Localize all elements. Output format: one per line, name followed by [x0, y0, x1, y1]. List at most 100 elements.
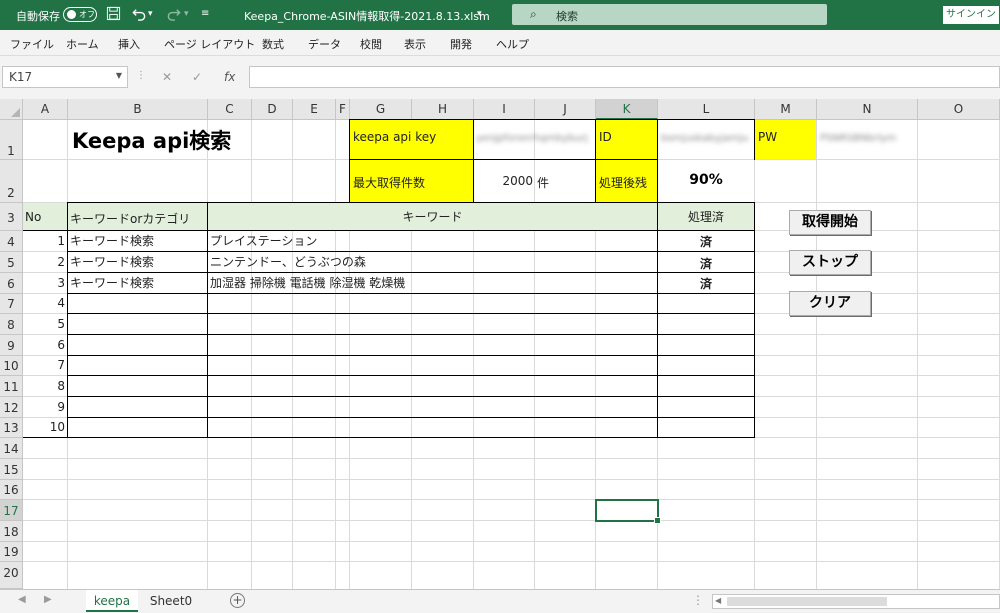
- table-header-done[interactable]: 処理済: [658, 203, 754, 230]
- stop-button[interactable]: ストップ: [789, 250, 871, 275]
- table-header-no[interactable]: No: [23, 203, 67, 230]
- undo-dropdown-icon[interactable]: ▾: [148, 9, 153, 19]
- row-keyword[interactable]: 加湿器 掃除機 電話機 除湿機 乾燥機: [210, 273, 405, 293]
- column-header-n[interactable]: N: [817, 99, 918, 120]
- scroll-left-arrow-icon[interactable]: ◀: [715, 596, 721, 605]
- column-header-b[interactable]: B: [68, 99, 208, 120]
- row-no[interactable]: 10: [23, 418, 67, 437]
- column-header-d[interactable]: D: [252, 99, 293, 120]
- row-no[interactable]: 2: [23, 252, 67, 272]
- tab-split-handle[interactable]: ⋮: [692, 593, 704, 607]
- row-header-16[interactable]: 16: [0, 480, 23, 500]
- enter-icon[interactable]: ✓: [192, 70, 202, 84]
- row-header-3[interactable]: 3: [0, 203, 23, 231]
- spreadsheet-grid[interactable]: A B C D E F G H I J K L M N O 1 2 3 4 5 …: [0, 99, 1000, 589]
- horizontal-scrollbar[interactable]: ◀: [712, 594, 1000, 609]
- customize-qat-icon[interactable]: ≡: [201, 8, 209, 19]
- column-header-a[interactable]: A: [23, 99, 68, 120]
- row-no[interactable]: 4: [23, 294, 67, 313]
- undo-icon[interactable]: [131, 6, 147, 25]
- column-header-k[interactable]: K: [596, 99, 658, 120]
- remaining-label[interactable]: 処理後残: [596, 160, 657, 202]
- max-count-value[interactable]: 2000: [474, 174, 534, 188]
- row-no[interactable]: 3: [23, 273, 67, 293]
- row-header-7[interactable]: 7: [0, 294, 23, 314]
- row-header-20[interactable]: 20: [0, 562, 23, 589]
- row-done[interactable]: 済: [658, 274, 754, 294]
- table-header-keyword[interactable]: キーワード: [208, 203, 657, 230]
- column-header-j[interactable]: J: [535, 99, 596, 120]
- column-header-c[interactable]: C: [208, 99, 252, 120]
- row-header-9[interactable]: 9: [0, 335, 23, 356]
- insert-function-icon[interactable]: fx: [224, 70, 235, 84]
- row-header-14[interactable]: 14: [0, 438, 23, 459]
- column-header-o[interactable]: O: [918, 99, 1000, 120]
- row-header-18[interactable]: 18: [0, 521, 23, 542]
- api-key-value[interactable]: yenjpforonrhqmbyburj: [476, 133, 594, 144]
- scroll-right-icon[interactable]: ▶: [44, 594, 52, 605]
- formula-input[interactable]: [249, 66, 1000, 88]
- autosave-toggle[interactable]: オフ: [63, 7, 97, 22]
- row-header-6[interactable]: 6: [0, 273, 23, 294]
- id-label[interactable]: ID: [596, 120, 657, 159]
- row-header-15[interactable]: 15: [0, 459, 23, 480]
- row-type[interactable]: キーワード検索: [70, 231, 154, 251]
- row-keyword[interactable]: プレイステーション: [210, 231, 317, 251]
- menu-help[interactable]: ヘルプ: [496, 36, 529, 52]
- menu-review[interactable]: 校閲: [360, 36, 382, 52]
- sheet-tab-keepa[interactable]: keepa: [86, 590, 138, 612]
- row-header-11[interactable]: 11: [0, 376, 23, 397]
- menu-home[interactable]: ホーム: [66, 36, 99, 52]
- id-value[interactable]: bsmjuskabyjamju: [661, 133, 753, 144]
- row-no[interactable]: 1: [23, 231, 67, 251]
- redo-dropdown-icon[interactable]: ▾: [184, 9, 189, 19]
- row-type[interactable]: キーワード検索: [70, 252, 154, 272]
- menu-file[interactable]: ファイル: [10, 36, 54, 52]
- table-header-type[interactable]: キーワードorカテゴリ: [68, 203, 207, 230]
- row-no[interactable]: 5: [23, 314, 67, 334]
- menu-page-layout[interactable]: ページ レイアウト: [164, 36, 255, 52]
- clear-button[interactable]: クリア: [789, 291, 871, 316]
- row-done[interactable]: 済: [658, 232, 754, 252]
- start-button[interactable]: 取得開始: [789, 210, 871, 235]
- column-header-l[interactable]: L: [658, 99, 755, 120]
- row-no[interactable]: 7: [23, 356, 67, 375]
- column-header-h[interactable]: H: [412, 99, 474, 120]
- column-header-f[interactable]: F: [336, 99, 350, 120]
- selected-cell[interactable]: [595, 499, 661, 524]
- row-no[interactable]: 9: [23, 397, 67, 417]
- row-no[interactable]: 6: [23, 335, 67, 355]
- menu-data[interactable]: データ: [308, 36, 341, 52]
- row-header-4[interactable]: 4: [0, 231, 23, 252]
- search-input[interactable]: ⌕ 検索: [512, 4, 827, 25]
- chevron-down-icon[interactable]: ▼: [116, 71, 122, 80]
- row-header-8[interactable]: 8: [0, 314, 23, 335]
- save-icon[interactable]: [106, 6, 121, 25]
- row-keyword[interactable]: ニンテンドー、どうぶつの森: [210, 252, 366, 272]
- redo-icon[interactable]: [166, 6, 182, 25]
- max-count-unit[interactable]: 件: [537, 174, 549, 191]
- row-header-19[interactable]: 19: [0, 542, 23, 562]
- api-key-label[interactable]: keepa api key: [350, 120, 473, 159]
- sheet-title[interactable]: Keepa api検索: [72, 125, 231, 155]
- row-header-10[interactable]: 10: [0, 356, 23, 376]
- row-header-2[interactable]: 2: [0, 160, 23, 203]
- filename-dropdown-icon[interactable]: ▾: [477, 9, 482, 19]
- remaining-value[interactable]: 90%: [658, 172, 754, 188]
- menu-view[interactable]: 表示: [404, 36, 426, 52]
- max-count-label[interactable]: 最大取得件数: [350, 160, 473, 202]
- menu-insert[interactable]: 挿入: [118, 36, 140, 52]
- column-header-g[interactable]: G: [350, 99, 412, 120]
- row-header-13[interactable]: 13: [0, 418, 23, 438]
- row-header-1[interactable]: 1: [0, 120, 23, 160]
- menu-formulas[interactable]: 数式: [262, 36, 284, 52]
- row-no[interactable]: 8: [23, 376, 67, 396]
- pw-label[interactable]: PW: [755, 120, 816, 159]
- pw-value[interactable]: PSNRSBNbrlym: [820, 133, 916, 144]
- row-header-17[interactable]: 17: [0, 500, 23, 521]
- column-header-m[interactable]: M: [755, 99, 817, 120]
- column-header-i[interactable]: I: [474, 99, 535, 120]
- cancel-icon[interactable]: ✕: [162, 70, 172, 84]
- name-box[interactable]: K17 ▼: [2, 66, 128, 88]
- scrollbar-thumb[interactable]: [727, 597, 887, 606]
